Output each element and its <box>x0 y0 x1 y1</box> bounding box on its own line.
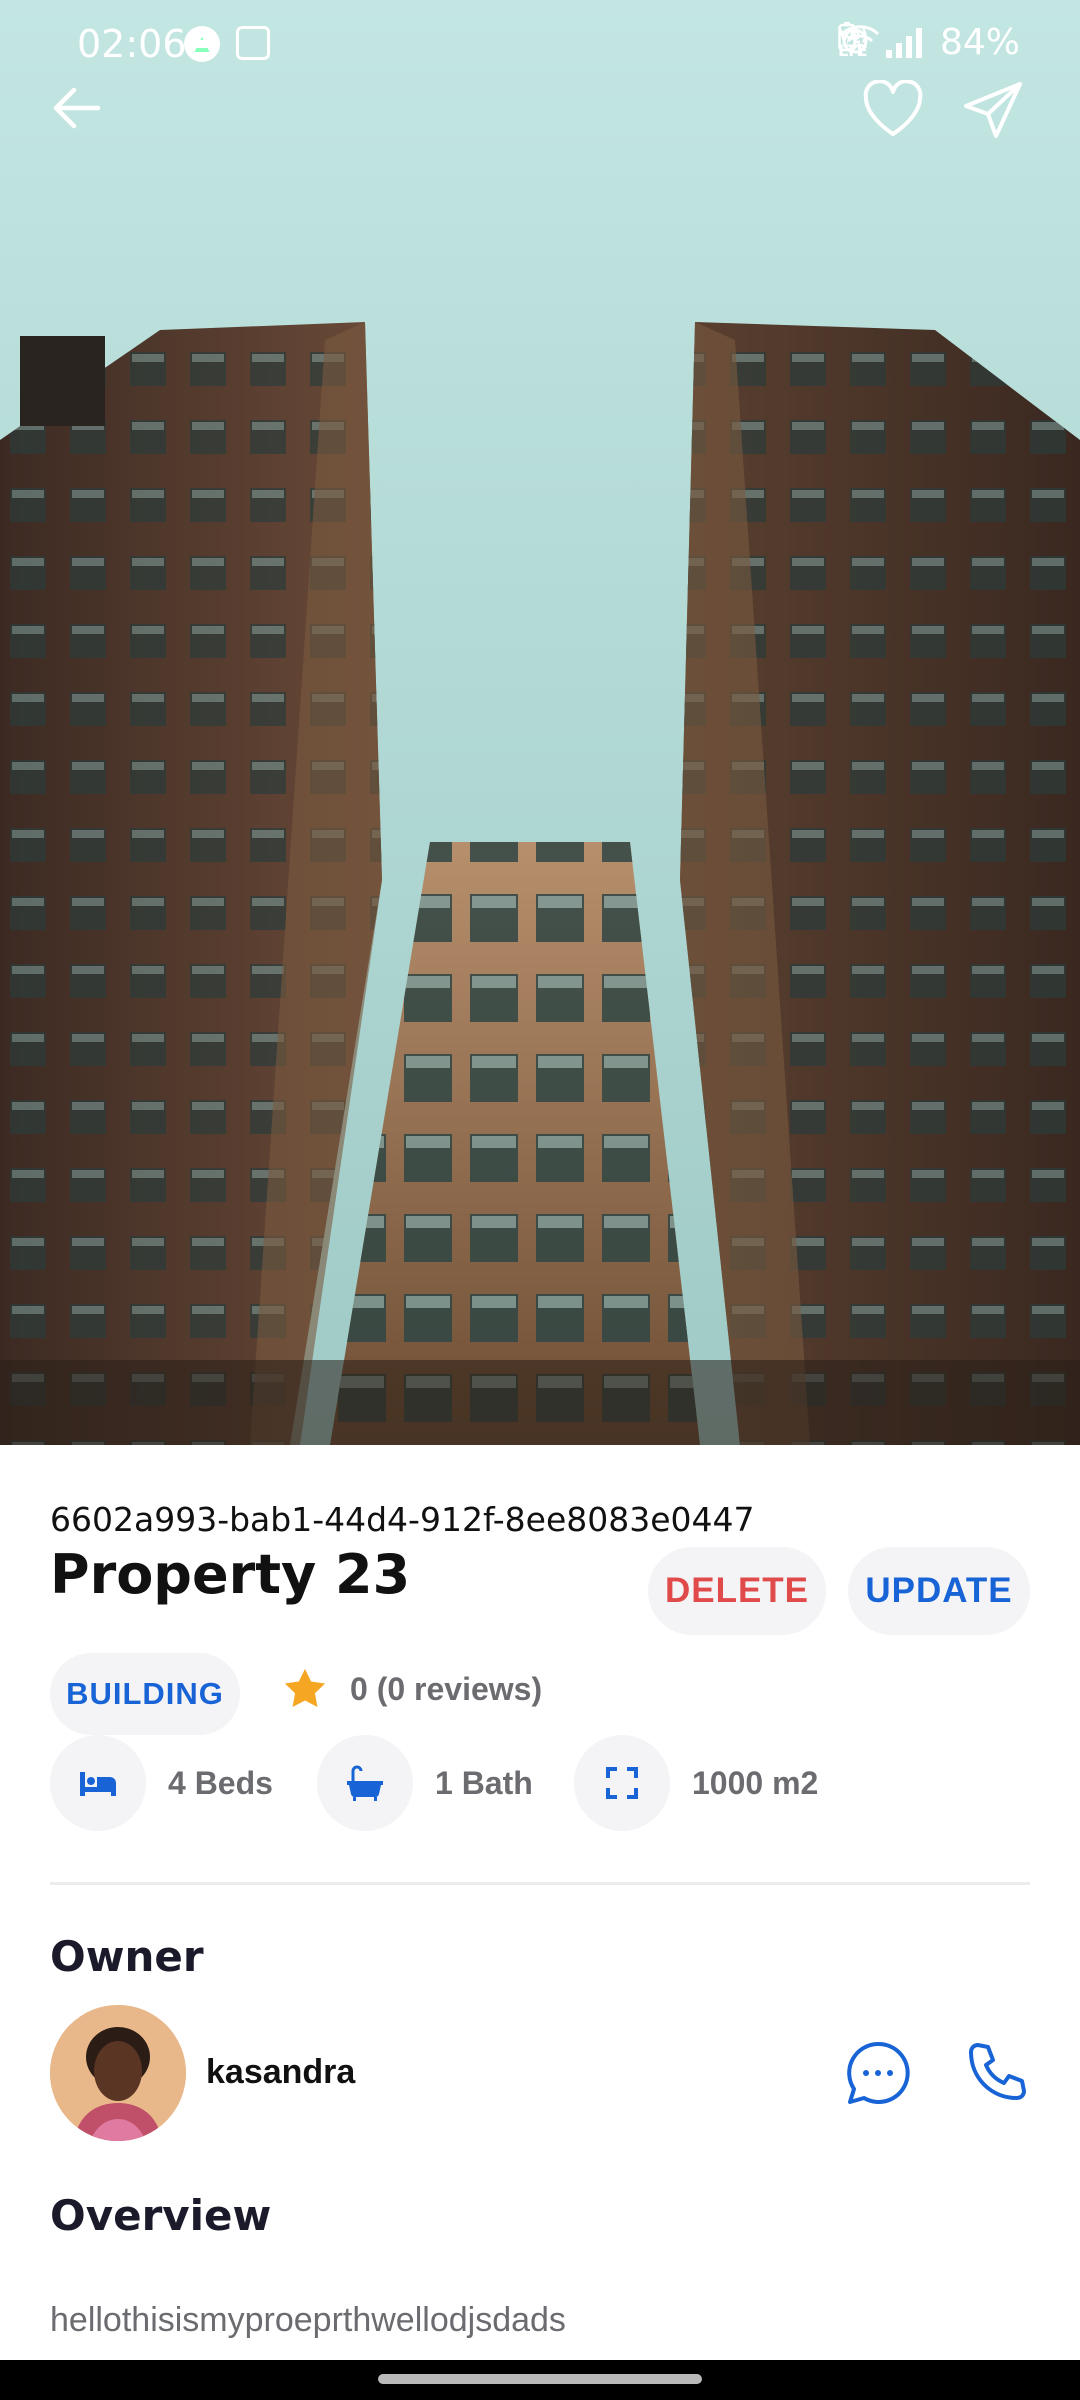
message-button[interactable] <box>838 2033 918 2113</box>
feature-bath: 1 Bath <box>317 1735 533 1831</box>
owner-section-title: Owner <box>50 1932 204 1981</box>
share-button[interactable] <box>962 80 1032 150</box>
bed-icon-wrap <box>50 1735 146 1831</box>
feature-area: 1000 m2 <box>574 1735 818 1831</box>
signal-icon <box>885 27 922 58</box>
heart-icon <box>863 80 923 136</box>
area-expand-icon <box>606 1767 638 1799</box>
bed-icon <box>80 1772 116 1796</box>
area-label: 1000 m2 <box>692 1764 819 1801</box>
navigation-bar <box>0 2360 1080 2400</box>
feature-beds: 4 Beds <box>50 1735 273 1831</box>
owner-name: kasandra <box>206 2053 356 2091</box>
property-title: Property 23 <box>50 1543 411 1606</box>
gallery-icon <box>236 26 270 60</box>
overview-text: hellothisismyproeprthwellodjsdads <box>50 2301 566 2339</box>
owner-avatar-image <box>50 2005 186 2141</box>
call-button[interactable] <box>956 2033 1036 2113</box>
status-right-icons: Vo) LTE 84% <box>838 22 1020 63</box>
rating: 0 (0 reviews) <box>282 1667 542 1711</box>
weather-icon <box>190 40 214 56</box>
beds-label: 4 Beds <box>168 1764 273 1801</box>
back-button[interactable] <box>48 80 118 150</box>
send-icon <box>964 82 1022 138</box>
status-bar: 02:06 ▲ Vo)LTE 84% <box>0 0 1080 90</box>
building-image <box>0 0 1080 1445</box>
battery-icon <box>838 22 856 52</box>
bath-icon-wrap <box>317 1735 413 1831</box>
battery-percent: 84% <box>939 22 1020 63</box>
favorite-button[interactable] <box>862 80 932 150</box>
home-gesture-handle[interactable] <box>378 2374 702 2384</box>
phone-icon <box>969 2043 1026 2100</box>
property-id: 6602a993-bab1-44d4-912f-8ee8083e0447 <box>50 1500 755 1539</box>
star-icon <box>284 1668 326 1707</box>
divider <box>50 1882 1030 1885</box>
rating-text: 0 (0 reviews) <box>350 1670 543 1707</box>
update-button[interactable]: UPDATE <box>848 1547 1030 1635</box>
overview-section-title: Overview <box>50 2191 272 2240</box>
property-type-badge: BUILDING <box>50 1653 240 1735</box>
status-time: 02:06 <box>77 22 187 66</box>
avatar[interactable] <box>50 2005 186 2141</box>
back-arrow-icon <box>53 87 101 129</box>
area-icon-wrap <box>574 1735 670 1831</box>
bath-icon <box>347 1765 383 1801</box>
delete-button[interactable]: DELETE <box>648 1547 826 1635</box>
bath-label: 1 Bath <box>435 1764 533 1801</box>
message-icon <box>847 2041 910 2104</box>
status-left-icons: ▲ <box>184 26 270 62</box>
property-photo: 02:06 ▲ Vo)LTE 84% <box>0 0 1080 1445</box>
